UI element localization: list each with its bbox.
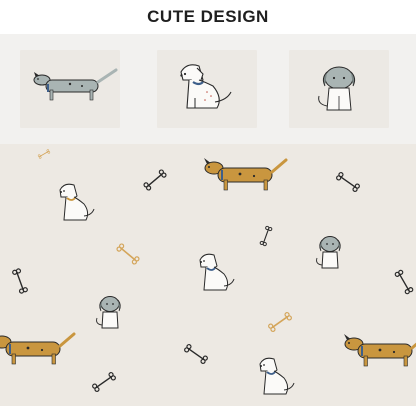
bone-icon xyxy=(37,148,51,160)
swatch-gray-puppy xyxy=(289,50,389,128)
bone-icon xyxy=(267,311,293,333)
swatch-terrier xyxy=(157,50,257,128)
bone-icon xyxy=(91,371,117,393)
bone-icon xyxy=(115,242,141,266)
bone-icon xyxy=(335,171,361,193)
bone-icon xyxy=(183,343,209,365)
dog-pattern-illustration xyxy=(0,148,416,395)
swatch-dachshund xyxy=(20,50,120,128)
dachshund-icon xyxy=(202,156,288,192)
gray-puppy-icon xyxy=(316,236,341,269)
bone-icon xyxy=(393,268,415,296)
bone-icon xyxy=(259,225,273,247)
product-image: CUTE DESIGN xyxy=(0,0,416,406)
terrier-icon xyxy=(59,183,95,221)
sitting-terrier-icon xyxy=(180,64,232,109)
gray-puppy-icon xyxy=(318,66,356,111)
terrier-icon xyxy=(199,253,235,291)
dachshund-icon xyxy=(342,332,416,368)
dachshund-icon xyxy=(0,330,76,366)
header-bar: CUTE DESIGN xyxy=(0,0,416,34)
gray-puppy-icon xyxy=(96,296,121,329)
page-title: CUTE DESIGN xyxy=(147,7,269,26)
bone-icon xyxy=(142,168,168,192)
bone-icon xyxy=(11,267,29,295)
dachshund-icon xyxy=(33,68,118,101)
fabric-pattern xyxy=(0,144,416,406)
terrier-icon xyxy=(259,357,295,395)
